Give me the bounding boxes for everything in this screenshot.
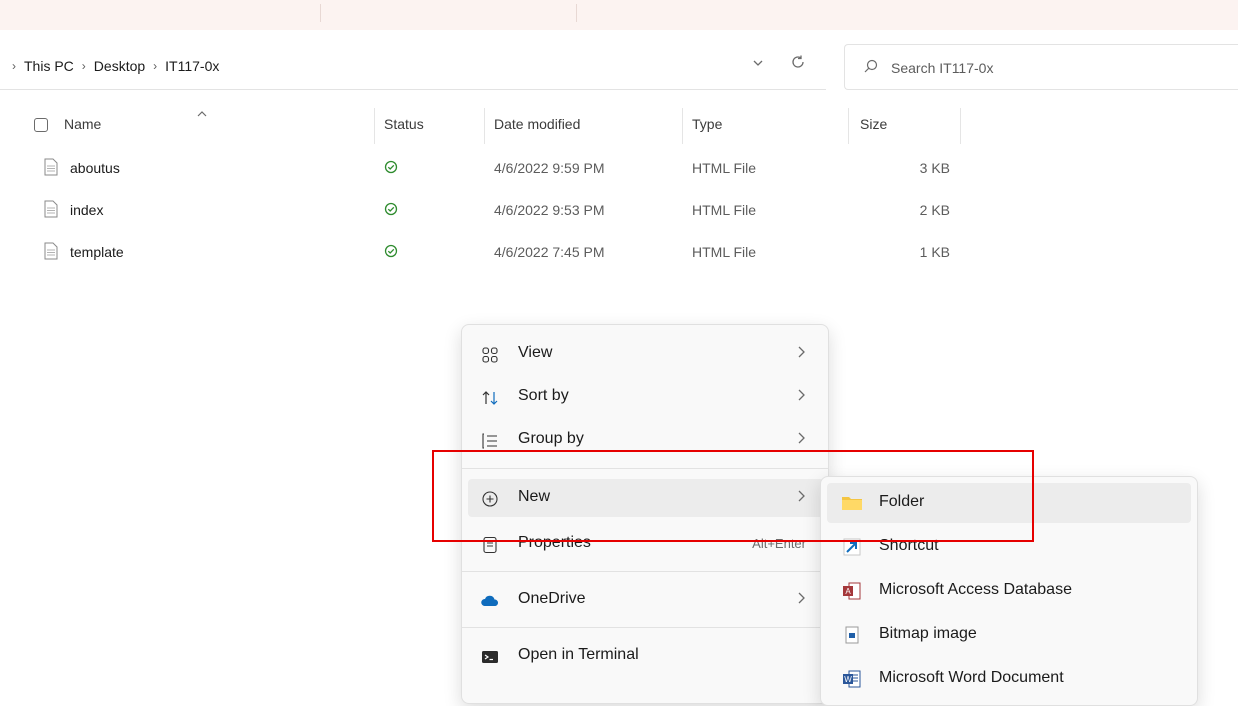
- history-dropdown-icon[interactable]: [752, 56, 764, 72]
- column-divider[interactable]: [682, 108, 683, 144]
- column-header-name[interactable]: Name: [64, 116, 101, 132]
- file-date: 4/6/2022 9:59 PM: [494, 160, 605, 176]
- access-database-icon: A: [841, 581, 863, 601]
- table-row[interactable]: template 4/6/2022 7:45 PM HTML File 1 KB: [0, 232, 1238, 272]
- column-divider[interactable]: [484, 108, 485, 144]
- column-divider[interactable]: [374, 108, 375, 144]
- breadcrumb: › This PC › Desktop › IT117-0x: [12, 58, 219, 74]
- column-divider[interactable]: [848, 108, 849, 144]
- breadcrumb-this-pc[interactable]: This PC: [24, 58, 74, 74]
- search-icon: [863, 58, 879, 79]
- file-name: template: [70, 244, 124, 260]
- search-box[interactable]: [844, 44, 1238, 90]
- breadcrumb-desktop[interactable]: Desktop: [94, 58, 145, 74]
- submenu-item-access-database[interactable]: A Microsoft Access Database: [827, 571, 1191, 611]
- submenu-item-label: Microsoft Word Document: [879, 669, 1064, 686]
- file-type: HTML File: [692, 244, 757, 260]
- column-header-row: Name Status Date modified Type Size: [0, 104, 1238, 144]
- column-header-type[interactable]: Type: [692, 116, 722, 132]
- word-document-icon: W: [841, 669, 863, 689]
- file-name: aboutus: [70, 160, 120, 176]
- column-header-status[interactable]: Status: [384, 116, 424, 132]
- terminal-icon: [480, 647, 500, 667]
- column-header-size[interactable]: Size: [860, 116, 887, 132]
- available-status-icon: [384, 202, 398, 219]
- sort-arrows-icon: [480, 388, 500, 408]
- address-row: › This PC › Desktop › IT117-0x: [0, 44, 1238, 90]
- menu-separator: [462, 627, 828, 628]
- table-row[interactable]: index 4/6/2022 9:53 PM HTML File 2 KB: [0, 190, 1238, 230]
- submenu-item-bitmap[interactable]: Bitmap image: [827, 615, 1191, 655]
- file-size: 2 KB: [919, 202, 950, 218]
- file-size: 1 KB: [919, 244, 950, 260]
- chevron-right-icon[interactable]: ›: [82, 59, 86, 73]
- chevron-right-icon: [796, 591, 806, 610]
- chevron-right-icon[interactable]: ›: [12, 59, 16, 73]
- highlight-annotation-box: [432, 450, 1034, 542]
- column-header-date[interactable]: Date modified: [494, 116, 580, 132]
- menu-item-label: OneDrive: [518, 590, 586, 607]
- menu-item-onedrive[interactable]: OneDrive: [468, 581, 824, 619]
- svg-text:W: W: [844, 675, 852, 684]
- column-divider[interactable]: [960, 108, 961, 144]
- html-file-icon: [44, 242, 58, 263]
- menu-item-label: Open in Terminal: [518, 646, 639, 663]
- menu-item-view[interactable]: View: [468, 335, 824, 373]
- address-bar[interactable]: › This PC › Desktop › IT117-0x: [0, 44, 826, 90]
- available-status-icon: [384, 160, 398, 177]
- menu-item-sort-by[interactable]: Sort by: [468, 378, 824, 416]
- chevron-right-icon[interactable]: ›: [153, 59, 157, 73]
- select-all-checkbox[interactable]: [34, 118, 48, 132]
- group-list-icon: [480, 431, 500, 451]
- tab-divider: [320, 4, 321, 22]
- search-input[interactable]: [889, 56, 1189, 80]
- available-status-icon: [384, 244, 398, 261]
- view-grid-icon: [480, 345, 500, 365]
- submenu-item-word-document[interactable]: W Microsoft Word Document: [827, 659, 1191, 699]
- file-size: 3 KB: [919, 160, 950, 176]
- file-type: HTML File: [692, 160, 757, 176]
- menu-item-label: View: [518, 344, 553, 361]
- submenu-item-label: Bitmap image: [879, 625, 977, 642]
- file-type: HTML File: [692, 202, 757, 218]
- file-date: 4/6/2022 9:53 PM: [494, 202, 605, 218]
- breadcrumb-current-folder[interactable]: IT117-0x: [165, 58, 219, 74]
- table-row[interactable]: aboutus 4/6/2022 9:59 PM HTML File 3 KB: [0, 148, 1238, 188]
- html-file-icon: [44, 200, 58, 221]
- menu-item-open-terminal[interactable]: Open in Terminal: [468, 637, 824, 675]
- tab-strip: [0, 0, 1238, 30]
- svg-text:A: A: [845, 587, 851, 596]
- file-date: 4/6/2022 7:45 PM: [494, 244, 605, 260]
- menu-item-label: Sort by: [518, 387, 569, 404]
- file-name: index: [70, 202, 104, 218]
- html-file-icon: [44, 158, 58, 179]
- sort-ascending-icon: [196, 106, 208, 122]
- chevron-right-icon: [796, 388, 806, 407]
- tab-divider: [576, 4, 577, 22]
- bitmap-image-icon: [841, 625, 863, 645]
- onedrive-cloud-icon: [480, 591, 500, 611]
- chevron-right-icon: [796, 431, 806, 450]
- refresh-icon[interactable]: [790, 54, 806, 73]
- menu-separator: [462, 571, 828, 572]
- chevron-right-icon: [796, 345, 806, 364]
- menu-item-label: Group by: [518, 430, 584, 447]
- submenu-item-label: Microsoft Access Database: [879, 581, 1072, 598]
